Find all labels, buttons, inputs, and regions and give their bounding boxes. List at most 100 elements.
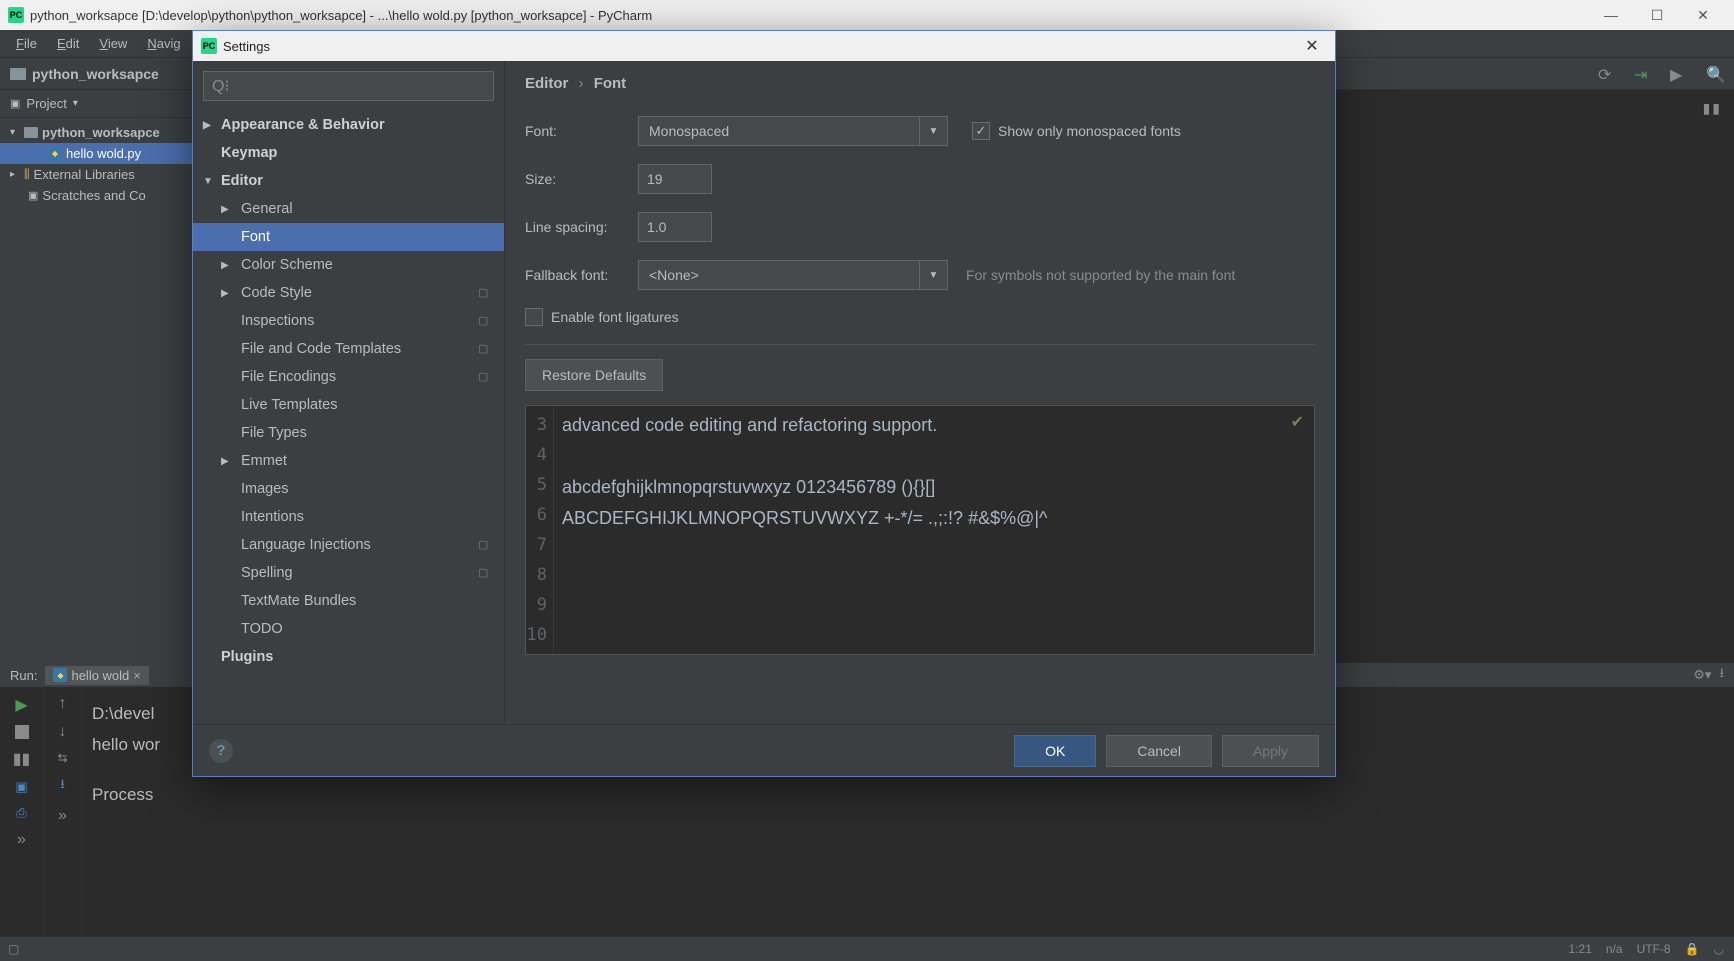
maximize-button[interactable]: ☐ [1634, 0, 1680, 30]
ok-button[interactable]: OK [1014, 735, 1096, 767]
rerun-icon[interactable]: ▶ [15, 695, 27, 715]
cat-general[interactable]: ▶General [193, 195, 504, 223]
menu-edit[interactable]: Edit [47, 32, 89, 55]
menu-view[interactable]: View [89, 32, 137, 55]
settings-sidebar: Q⁝ ▶Appearance & Behavior Keymap ▼Editor… [193, 61, 505, 724]
cat-images[interactable]: Images [193, 475, 504, 503]
menu-file[interactable]: File [6, 32, 47, 55]
cat-code-style[interactable]: ▶Code Style▢ [193, 279, 504, 307]
more-icon[interactable] [17, 831, 26, 849]
preview-text[interactable]: advanced code editing and refactoring su… [554, 406, 1314, 654]
cat-keymap[interactable]: Keymap [193, 139, 504, 167]
cat-textmate[interactable]: TextMate Bundles [193, 587, 504, 615]
status-bar: ▢ 1:21 n/a UTF-8 🔒 ◡ [0, 936, 1734, 961]
project-header-label: Project [26, 96, 66, 111]
cat-live-templates[interactable]: Live Templates [193, 391, 504, 419]
cat-emmet[interactable]: ▶Emmet [193, 447, 504, 475]
crumb-editor[interactable]: Editor [525, 75, 568, 92]
run-download-icon[interactable]: ⭳ [1719, 664, 1724, 686]
cat-font[interactable]: Font [193, 223, 504, 251]
folder-icon [10, 68, 26, 80]
cancel-button[interactable]: Cancel [1106, 735, 1212, 767]
fallback-label: Fallback font: [525, 267, 638, 283]
chevron-down-icon: ▼ [919, 117, 947, 145]
help-button[interactable]: ? [209, 739, 233, 763]
cat-file-encodings[interactable]: File Encodings▢ [193, 363, 504, 391]
run-label: Run: [10, 668, 37, 683]
cat-file-types[interactable]: File Types [193, 419, 504, 447]
project-badge-icon: ▢ [478, 566, 492, 580]
restore-defaults-button[interactable]: Restore Defaults [525, 359, 663, 391]
notifications-icon[interactable]: ◡ [1714, 942, 1724, 956]
cat-spelling[interactable]: Spelling▢ [193, 559, 504, 587]
dialog-footer: ? OK Cancel Apply [193, 724, 1335, 776]
lock-icon[interactable]: 🔒 [1685, 942, 1700, 956]
settings-search-input[interactable]: Q⁝ [203, 71, 494, 101]
cat-appearance[interactable]: ▶Appearance & Behavior [193, 111, 504, 139]
cat-color-scheme[interactable]: ▶Color Scheme [193, 251, 504, 279]
status-insert[interactable]: n/a [1606, 942, 1623, 956]
size-label: Size: [525, 171, 638, 187]
project-badge-icon: ▢ [478, 286, 492, 300]
window-title: python_worksapce [D:\develop\python\pyth… [30, 8, 1588, 23]
close-button[interactable]: ✕ [1680, 0, 1726, 30]
apply-button[interactable]: Apply [1222, 735, 1319, 767]
status-encoding[interactable]: UTF-8 [1637, 942, 1671, 956]
search-icon: Q⁝ [212, 76, 230, 96]
cat-lang-injections[interactable]: Language Injections▢ [193, 531, 504, 559]
crumb-font: Font [594, 75, 626, 92]
commit-icon[interactable]: ⇥ [1634, 65, 1652, 83]
cat-inspections[interactable]: Inspections▢ [193, 307, 504, 335]
toolwindows-icon[interactable]: ▢ [8, 942, 19, 956]
ligatures-label[interactable]: Enable font ligatures [551, 309, 679, 325]
settings-tree[interactable]: ▶Appearance & Behavior Keymap ▼Editor ▶G… [193, 111, 504, 724]
cat-editor[interactable]: ▼Editor [193, 167, 504, 195]
project-badge-icon: ▢ [478, 370, 492, 384]
divider [525, 344, 1315, 345]
window-titlebar: PC python_worksapce [D:\develop\python\p… [0, 0, 1734, 30]
pause-run-icon[interactable]: ▮▮ [13, 749, 31, 769]
more-icon-2[interactable] [58, 807, 67, 825]
search-icon[interactable]: 🔍 [1706, 65, 1724, 83]
update-icon[interactable]: ⟳ [1598, 65, 1616, 83]
font-settings-form: Font: Monospaced ▼ ✓ Show only monospace… [521, 106, 1319, 665]
scroll-icon[interactable]: ⭳ [60, 775, 65, 797]
cat-plugins[interactable]: Plugins [193, 643, 504, 671]
tree-file-label: hello wold.py [66, 146, 141, 161]
output-line: Process [92, 780, 1724, 811]
status-position[interactable]: 1:21 [1569, 942, 1592, 956]
layout-icon[interactable]: ▣ [15, 779, 27, 795]
pycharm-icon: PC [201, 38, 217, 54]
ligatures-checkbox[interactable] [525, 308, 543, 326]
run-settings-icon[interactable]: ⚙▾ [1693, 667, 1711, 683]
pycharm-icon: PC [8, 7, 24, 23]
breadcrumb-root[interactable]: python_worksapce [32, 66, 159, 82]
chevron-down-icon: ▼ [919, 261, 947, 289]
cat-intentions[interactable]: Intentions [193, 503, 504, 531]
close-tab-icon[interactable]: × [133, 668, 141, 683]
pause-icon[interactable]: ▮▮ [1703, 100, 1722, 117]
up-icon[interactable]: ↑ [59, 695, 67, 713]
dialog-title: Settings [223, 39, 1297, 54]
run-tab[interactable]: ◆ hello wold × [45, 666, 148, 685]
wrap-icon[interactable]: ⇆ [57, 751, 67, 765]
stop-icon[interactable] [15, 725, 29, 739]
run-config-icon[interactable]: ▶ [1670, 65, 1688, 83]
settings-content: Editor › Font Font: Monospaced ▼ ✓ Show … [505, 61, 1335, 724]
folder-icon [24, 127, 38, 138]
preview-gutter: 3 4 5 6 7 8 9 10 [526, 406, 554, 654]
mono-label[interactable]: Show only monospaced fonts [998, 123, 1181, 139]
menu-navigate[interactable]: Navig [137, 32, 190, 55]
minimize-button[interactable]: — [1588, 0, 1634, 30]
cat-file-templates[interactable]: File and Code Templates▢ [193, 335, 504, 363]
spacing-input[interactable]: 1.0 [638, 212, 712, 242]
size-input[interactable]: 19 [638, 164, 712, 194]
font-value: Monospaced [649, 123, 729, 139]
font-combo[interactable]: Monospaced ▼ [638, 116, 948, 146]
print-icon[interactable]: ⎙ [16, 805, 26, 821]
mono-checkbox[interactable]: ✓ [972, 122, 990, 140]
cat-todo[interactable]: TODO [193, 615, 504, 643]
fallback-combo[interactable]: <None> ▼ [638, 260, 948, 290]
dialog-close-button[interactable]: ✕ [1297, 36, 1327, 56]
down-icon[interactable]: ↓ [59, 723, 67, 741]
